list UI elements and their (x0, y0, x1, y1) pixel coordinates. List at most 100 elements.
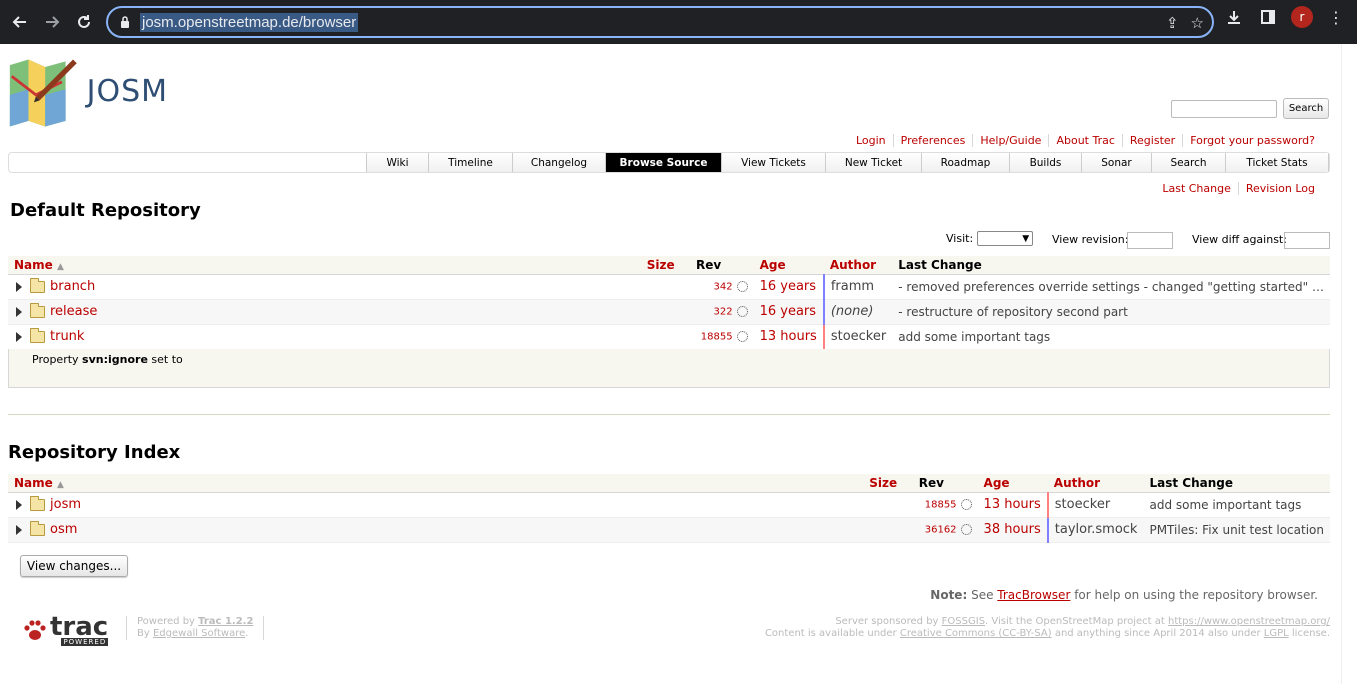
nav-builds[interactable]: Builds (1010, 153, 1082, 172)
search-input[interactable] (1171, 100, 1277, 118)
search-button[interactable]: Search (1283, 98, 1329, 119)
expand-icon[interactable] (16, 331, 22, 342)
expand-icon[interactable] (16, 499, 22, 510)
author-column-header[interactable]: Author (823, 256, 893, 275)
nav-search[interactable]: Search (1152, 153, 1226, 172)
help-note: Note: See TracBrowser for help on using … (930, 588, 1318, 602)
star-icon[interactable]: ☆ (1191, 14, 1204, 32)
changeset-icon[interactable] (736, 330, 748, 342)
tracbrowser-link[interactable]: TracBrowser (997, 588, 1070, 602)
sidepanel-icon[interactable] (1257, 6, 1279, 28)
nav-sonar[interactable]: Sonar (1082, 153, 1152, 172)
entry-age[interactable]: 13 hours (977, 492, 1049, 518)
entry-link[interactable]: josm (50, 497, 81, 512)
address-bar[interactable]: josm.openstreetmap.de/browser ⇪ ☆ (106, 6, 1214, 38)
entry-change[interactable]: PMTiles: Fix unit test location (1143, 517, 1330, 543)
paw-icon (24, 620, 46, 640)
nav-roadmap[interactable]: Roadmap (922, 153, 1010, 172)
size-column-header[interactable]: Size (640, 256, 690, 275)
entry-name[interactable]: josm (8, 492, 864, 518)
help-guide-link[interactable]: Help/Guide (972, 134, 1048, 147)
expand-icon[interactable] (16, 281, 22, 292)
properties-box: Property svn:ignore set to (8, 349, 1330, 388)
share-icon[interactable]: ⇪ (1166, 14, 1179, 32)
view-changes-button[interactable]: View changes... (20, 555, 128, 577)
trac-powered-badge: POWERED (61, 638, 109, 646)
changeset-icon[interactable] (960, 498, 972, 510)
entry-link[interactable]: osm (50, 522, 77, 537)
entry-link[interactable]: branch (50, 279, 95, 294)
download-icon[interactable] (1223, 6, 1245, 28)
age-column-header[interactable]: Age (753, 256, 824, 275)
nav-ticket-stats[interactable]: Ticket Stats (1226, 153, 1329, 172)
entry-name[interactable]: trunk (8, 324, 641, 350)
entry-rev[interactable]: 342 (689, 274, 754, 300)
nav-changelog[interactable]: Changelog (513, 153, 606, 172)
expand-icon[interactable] (16, 306, 22, 317)
changeset-icon[interactable] (736, 280, 748, 292)
reload-icon[interactable] (68, 6, 100, 38)
name-column-header[interactable]: Name ▲ (8, 474, 864, 493)
forgot-password-link[interactable]: Forgot your password? (1182, 134, 1322, 147)
preferences-link[interactable]: Preferences (892, 134, 973, 147)
nav-view-tickets[interactable]: View Tickets (722, 153, 826, 172)
name-column-header[interactable]: Name ▲ (8, 256, 641, 275)
visit-select[interactable]: ▼ (977, 231, 1034, 246)
entry-name[interactable]: release (8, 299, 641, 325)
revision-log-link[interactable]: Revision Log (1237, 182, 1322, 195)
forward-icon[interactable] (36, 6, 68, 38)
entry-age[interactable]: 16 years (753, 299, 825, 325)
url-text[interactable]: josm.openstreetmap.de/browser (140, 12, 359, 32)
entry-age[interactable]: 38 hours (977, 517, 1049, 543)
entry-name[interactable]: osm (8, 517, 864, 543)
josm-logo[interactable]: JOSM (8, 54, 168, 132)
entry-change[interactable]: - removed preferences override settings … (892, 274, 1330, 300)
nav-new-ticket[interactable]: New Ticket (826, 153, 922, 172)
about-trac-link[interactable]: About Trac (1048, 134, 1121, 147)
age-column-header[interactable]: Age (977, 474, 1048, 493)
entry-change[interactable]: add some important tags (1143, 492, 1330, 518)
entry-change[interactable]: add some important tags (892, 324, 1330, 350)
meta-navigation: Login Preferences Help/Guide About Trac … (849, 134, 1322, 147)
back-icon[interactable] (4, 6, 36, 38)
entry-rev[interactable]: 36162 (912, 517, 978, 543)
edgewall-link[interactable]: Edgewall Software (153, 628, 245, 639)
expand-icon[interactable] (16, 524, 22, 535)
entry-rev[interactable]: 18855 (689, 324, 754, 350)
changeset-icon[interactable] (736, 305, 748, 317)
cc-link[interactable]: Creative Commons (CC-BY-SA) (900, 628, 1052, 639)
lock-icon[interactable] (118, 16, 132, 28)
entry-rev[interactable]: 322 (689, 299, 754, 325)
folder-icon (30, 495, 45, 511)
table-row: josm 18855 13 hours stoecker add some im… (8, 492, 1330, 518)
repository-index-table: Name ▲ Size Rev Age Author Last Change j… (8, 474, 1330, 543)
entry-change[interactable]: - restructure of repository second part (892, 299, 1330, 325)
trac-logo[interactable]: trac POWERED (22, 614, 109, 646)
entry-age[interactable]: 16 years (753, 274, 825, 300)
folder-icon (30, 520, 45, 536)
view-diff-input[interactable] (1284, 232, 1330, 249)
login-link[interactable]: Login (849, 134, 893, 147)
view-revision-input[interactable] (1127, 232, 1173, 249)
menu-icon[interactable]: ⋮ (1325, 6, 1347, 28)
entry-link[interactable]: trunk (50, 329, 84, 344)
nav-timeline[interactable]: Timeline (429, 153, 513, 172)
entry-rev[interactable]: 18855 (912, 492, 978, 518)
changeset-icon[interactable] (960, 523, 972, 535)
nav-wiki[interactable]: Wiki (367, 153, 429, 172)
avatar[interactable]: r (1291, 6, 1313, 28)
entry-age[interactable]: 13 hours (753, 324, 825, 350)
entry-link[interactable]: release (50, 304, 97, 319)
osm-link[interactable]: https://www.openstreetmap.org/ (1168, 616, 1330, 627)
author-column-header[interactable]: Author (1047, 474, 1144, 493)
fossgis-link[interactable]: FOSSGIS (942, 616, 985, 627)
size-column-header[interactable]: Size (863, 474, 913, 493)
nav-browse-source[interactable]: Browse Source (606, 153, 722, 172)
register-link[interactable]: Register (1121, 134, 1182, 147)
last-change-link[interactable]: Last Change (1155, 182, 1238, 195)
lgpl-link[interactable]: LGPL (1264, 628, 1289, 639)
table-row: release 322 16 years (none) - restructur… (8, 299, 1330, 325)
scrollbar[interactable] (1341, 44, 1357, 684)
entry-name[interactable]: branch (8, 274, 641, 300)
trac-version-link[interactable]: Trac 1.2.2 (198, 616, 253, 627)
